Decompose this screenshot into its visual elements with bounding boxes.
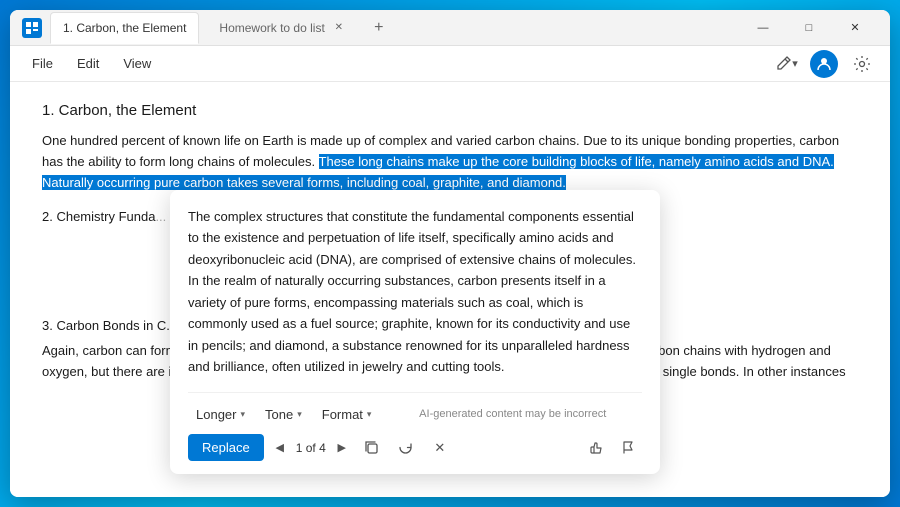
tone-chevron-icon: ▾ (297, 409, 302, 420)
longer-label: Longer (196, 407, 236, 422)
nav-prev-button[interactable]: ◀ (270, 438, 290, 458)
title-bar-left: 1. Carbon, the Element Homework to do li… (22, 12, 391, 44)
pen-dropdown-icon: ▾ (792, 57, 798, 70)
dismiss-button[interactable]: ✕ (426, 434, 454, 462)
tab-carbon[interactable]: 1. Carbon, the Element (50, 12, 199, 44)
format-label: Format (322, 407, 363, 422)
tab-close-icon[interactable]: ✕ (331, 20, 347, 36)
minimize-button[interactable]: — (740, 12, 786, 44)
user-avatar[interactable] (810, 50, 838, 78)
ai-note: AI-generated content may be incorrect (383, 408, 642, 420)
longer-dropdown[interactable]: Longer ▾ (188, 403, 253, 426)
thumbsup-button[interactable] (582, 434, 610, 462)
popup-rewrite-text: The complex structures that constitute t… (188, 206, 642, 378)
nav-total: 4 (319, 441, 326, 455)
menu-items: File Edit View (22, 52, 770, 75)
app-icon (22, 18, 42, 38)
menu-file[interactable]: File (22, 52, 63, 75)
menu-view[interactable]: View (113, 52, 161, 75)
menu-bar: File Edit View ▾ (10, 46, 890, 82)
refresh-button[interactable] (392, 434, 420, 462)
dismiss-icon: ✕ (434, 440, 445, 456)
nav-of-label: of (306, 441, 316, 455)
menu-bar-right: ▾ (770, 48, 878, 80)
menu-edit[interactable]: Edit (67, 52, 109, 75)
nav-current: 1 (296, 441, 303, 455)
popup-actions: Replace ◀ 1 of 4 ▶ (188, 434, 642, 462)
replace-button[interactable]: Replace (188, 434, 264, 461)
nav-next-button[interactable]: ▶ (332, 438, 352, 458)
nav-count: 1 of 4 (292, 441, 330, 455)
format-dropdown[interactable]: Format ▾ (314, 403, 380, 426)
maximize-button[interactable]: □ (786, 12, 832, 44)
tab-homework[interactable]: Homework to do list ✕ (207, 12, 358, 44)
app-window: 1. Carbon, the Element Homework to do li… (10, 10, 890, 497)
right-icon-group (582, 434, 642, 462)
settings-button[interactable] (846, 48, 878, 80)
doc-title: 1. Carbon, the Element (42, 102, 858, 119)
paragraph-1: One hundred percent of known life on Ear… (42, 131, 858, 193)
format-chevron-icon: ▾ (367, 409, 372, 420)
pen-toolbar-btn[interactable]: ▾ (770, 48, 802, 80)
nav-group: ◀ 1 of 4 ▶ (270, 438, 352, 458)
new-tab-button[interactable]: + (367, 16, 391, 40)
content-area: 1. Carbon, the Element One hundred perce… (10, 82, 890, 497)
rewrite-popup: The complex structures that constitute t… (170, 190, 660, 474)
section-2-title: 2. Chemistry Funda (42, 209, 155, 224)
window-controls: — □ ✕ (740, 12, 878, 44)
copy-button[interactable] (358, 434, 386, 462)
popup-toolbar: Longer ▾ Tone ▾ Format ▾ AI-generated co… (188, 392, 642, 426)
tone-dropdown[interactable]: Tone ▾ (257, 403, 310, 426)
flag-button[interactable] (614, 434, 642, 462)
tone-label: Tone (265, 407, 293, 422)
tab-carbon-label: 1. Carbon, the Element (63, 21, 186, 35)
close-button[interactable]: ✕ (832, 12, 878, 44)
longer-chevron-icon: ▾ (240, 409, 245, 420)
tab-homework-label: Homework to do list (219, 21, 324, 35)
title-bar: 1. Carbon, the Element Homework to do li… (10, 10, 890, 46)
